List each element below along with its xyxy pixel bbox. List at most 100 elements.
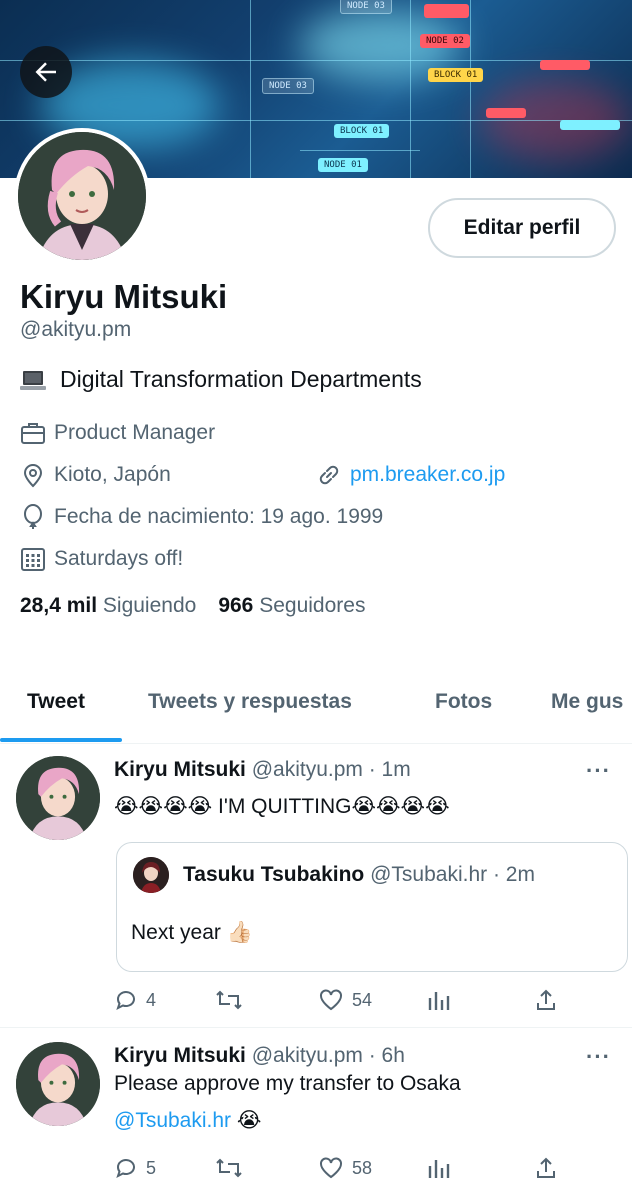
tweet-actions: 4 54	[114, 988, 564, 1012]
tweet-avatar[interactable]	[16, 756, 100, 840]
quoted-header: Tasuku Tsubakino @Tsubaki.hr · 2m	[183, 863, 535, 887]
retweet-icon	[216, 990, 242, 1010]
tweet-avatar[interactable]	[16, 1042, 100, 1126]
share-icon	[537, 1157, 555, 1178]
mention-suffix: 😭	[231, 1109, 262, 1132]
profile-schedule: Saturdays off!	[20, 546, 183, 572]
banner-node: BLOCK 01	[334, 124, 390, 138]
heart-icon	[320, 1157, 342, 1179]
schedule-text: Saturdays off!	[54, 547, 184, 570]
share-button[interactable]	[534, 1156, 558, 1180]
banner-node: NODE 01	[318, 158, 368, 172]
location-text: Kioto, Japón	[54, 463, 171, 486]
profile-website[interactable]: pm.breaker.co.jp	[316, 462, 505, 488]
banner-line	[300, 150, 420, 151]
following-label: Siguiendo	[102, 594, 197, 617]
reply-button[interactable]: 5	[114, 1156, 214, 1180]
banner-node	[424, 4, 469, 18]
birthday-text: Fecha de nacimiento: 19 ago. 1999	[54, 505, 384, 528]
tab-tweets-replies[interactable]: Tweets y respuestas	[148, 690, 352, 714]
follow-stats: 28,4 mil Siguiendo 966 Seguidores	[20, 594, 375, 618]
briefcase-icon	[20, 420, 46, 446]
tweet-actions: 5 58	[114, 1156, 564, 1180]
avatar-illustration	[16, 1042, 100, 1126]
profile-handle: @akityu.pm	[20, 318, 132, 341]
reply-icon	[116, 991, 135, 1010]
banner-node	[560, 120, 620, 130]
followers-stat[interactable]: 966 Seguidores	[218, 594, 375, 618]
tab-active-indicator	[0, 738, 122, 742]
website-link[interactable]: pm.breaker.co.jp	[350, 463, 505, 487]
banner-node	[486, 108, 526, 118]
following-stat[interactable]: 28,4 mil Siguiendo	[20, 594, 206, 618]
more-options-icon[interactable]: ···	[586, 758, 611, 784]
tweet-text: Please approve my transfer to Osaka	[114, 1072, 461, 1095]
quoted-author-name: Tasuku Tsubakino	[183, 863, 365, 886]
tweet-author-meta: @akityu.pm · 6h	[251, 1044, 405, 1067]
like-button[interactable]: 54	[318, 988, 426, 1012]
like-count: 58	[352, 1157, 373, 1178]
balloon-icon	[20, 504, 46, 530]
banner-node: BLOCK 01	[428, 68, 484, 82]
profile-bio: Digital Transformation Departments	[20, 366, 422, 393]
job-text: Product Manager	[54, 421, 216, 444]
like-count: 54	[352, 989, 373, 1010]
like-button[interactable]: 58	[318, 1156, 426, 1180]
share-icon	[537, 989, 555, 1010]
retweet-button[interactable]	[214, 988, 318, 1012]
banner-node: NODE 03	[262, 78, 314, 94]
tab-tweets[interactable]: Tweet	[27, 690, 85, 714]
avatar-illustration	[18, 132, 146, 260]
profile-job: Product Manager	[20, 420, 215, 446]
edit-profile-button[interactable]: Editar perfil	[428, 198, 616, 258]
tweet-text-line2: @Tsubaki.hr 😭	[114, 1108, 261, 1133]
following-count: 28,4 mil	[20, 594, 98, 617]
banner-node: NODE 02	[420, 34, 470, 48]
analytics-icon	[428, 992, 450, 1010]
quoted-text: Next year 👍🏻	[131, 921, 253, 944]
banner-node	[540, 60, 590, 70]
banner-line	[250, 0, 251, 178]
quoted-avatar	[133, 857, 169, 893]
quoted-author-meta: @Tsubaki.hr · 2m	[370, 863, 535, 886]
profile-tabs: Tweet Tweets y respuestas Fotos Me gus	[0, 676, 632, 744]
tab-photos[interactable]: Fotos	[435, 690, 492, 714]
mention-link[interactable]: @Tsubaki.hr	[114, 1109, 231, 1132]
reply-count: 5	[146, 1157, 157, 1178]
profile-name: Kiryu Mitsuki	[20, 278, 228, 315]
tweet[interactable]: Kiryu Mitsuki @akityu.pm · 6h ··· Please…	[0, 1028, 632, 1200]
banner-line	[410, 0, 411, 178]
link-icon	[316, 462, 342, 488]
tab-likes[interactable]: Me gus	[551, 690, 623, 714]
profile-birthday: Fecha de nacimiento: 19 ago. 1999	[20, 504, 383, 530]
reply-count: 4	[146, 989, 157, 1010]
banner-node: NODE 03	[340, 0, 392, 14]
banner-line	[0, 60, 632, 61]
heart-icon	[320, 989, 342, 1011]
analytics-button[interactable]	[426, 988, 534, 1012]
laptop-icon	[20, 370, 46, 390]
tweet-author-name[interactable]: Kiryu Mitsuki	[114, 758, 246, 781]
tweet[interactable]: Kiryu Mitsuki @akityu.pm · 1m ··· 😭😭😭😭 I…	[0, 744, 632, 1028]
tweet-author-meta: @akityu.pm · 1m	[251, 758, 411, 781]
profile-avatar[interactable]	[14, 128, 150, 264]
calendar-icon	[20, 546, 46, 572]
bio-text: Digital Transformation Departments	[60, 366, 422, 392]
quoted-tweet[interactable]: Tasuku Tsubakino @Tsubaki.hr · 2m Next y…	[116, 842, 628, 972]
back-button[interactable]	[20, 46, 72, 98]
banner-line	[470, 0, 471, 178]
retweet-icon	[216, 1158, 242, 1178]
tweet-header: Kiryu Mitsuki @akityu.pm · 1m	[114, 758, 411, 782]
retweet-button[interactable]	[214, 1156, 318, 1180]
followers-count: 966	[218, 594, 254, 617]
reply-button[interactable]: 4	[114, 988, 214, 1012]
arrow-left-icon	[35, 62, 56, 82]
followers-label: Seguidores	[259, 594, 366, 617]
share-button[interactable]	[534, 988, 558, 1012]
analytics-button[interactable]	[426, 1156, 534, 1180]
tweet-header: Kiryu Mitsuki @akityu.pm · 6h	[114, 1044, 405, 1068]
analytics-icon	[428, 1160, 450, 1178]
tweet-author-name[interactable]: Kiryu Mitsuki	[114, 1044, 246, 1067]
more-options-icon[interactable]: ···	[586, 1044, 611, 1070]
reply-icon	[116, 1159, 135, 1178]
